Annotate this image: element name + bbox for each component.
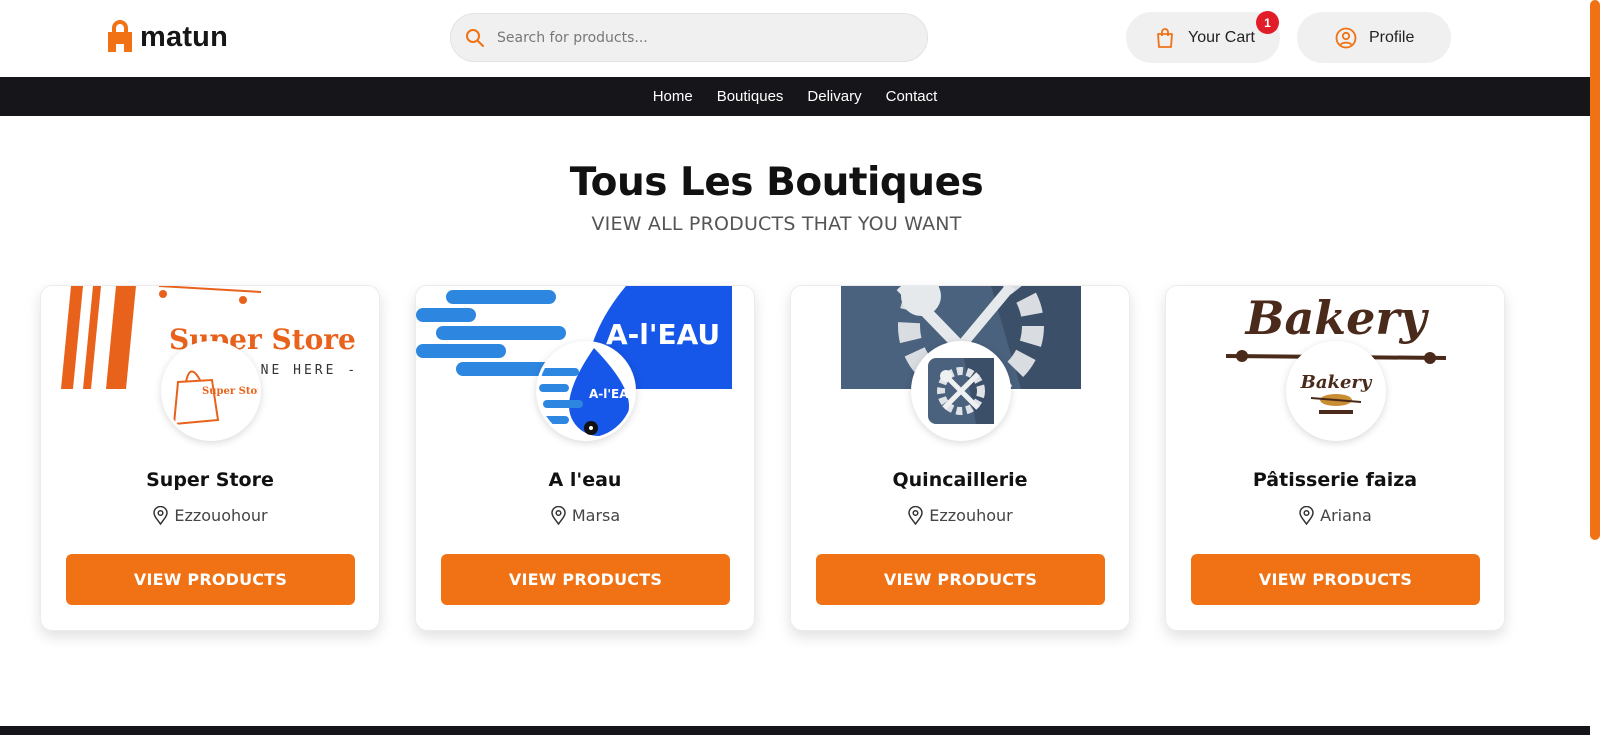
logo[interactable]: matun bbox=[106, 20, 228, 54]
view-products-button[interactable]: VIEW PRODUCTS bbox=[816, 554, 1105, 605]
location-pin-icon bbox=[551, 506, 566, 525]
avatar-brand-text: A-l'EA bbox=[589, 387, 629, 401]
store-name: Quincaillerie bbox=[892, 469, 1028, 491]
avatar-brand-text: Super Store bbox=[202, 386, 258, 397]
store-avatar: Bakery bbox=[1286, 341, 1386, 441]
store-location-text: Ariana bbox=[1320, 506, 1372, 525]
store-avatar: Super Store bbox=[161, 341, 261, 441]
banner-brand-text: A-l'EAU bbox=[606, 318, 720, 351]
view-products-button[interactable]: VIEW PRODUCTS bbox=[1191, 554, 1480, 605]
main-nav: Home Boutiques Delivary Contact bbox=[0, 77, 1590, 116]
shopping-bag-logo-icon bbox=[108, 20, 132, 52]
scrollbar-thumb[interactable] bbox=[1590, 0, 1600, 540]
store-avatar bbox=[911, 341, 1011, 441]
store-location: Ariana bbox=[1166, 506, 1504, 525]
search-icon bbox=[466, 28, 484, 47]
banner-brand-text: Bakery bbox=[1244, 291, 1430, 345]
store-card: Super Store - NE HERE - Super Store Supe… bbox=[40, 285, 380, 631]
page-title: Tous Les Boutiques bbox=[569, 160, 984, 205]
cart-count-badge: 1 bbox=[1256, 11, 1279, 34]
search-bar[interactable] bbox=[450, 13, 928, 62]
store-location-text: Ezzouohour bbox=[174, 506, 268, 525]
view-products-button[interactable]: VIEW PRODUCTS bbox=[66, 554, 355, 605]
shopping-bag-icon bbox=[1157, 27, 1173, 48]
view-products-button[interactable]: VIEW PRODUCTS bbox=[441, 554, 730, 605]
nav-item-boutiques[interactable]: Boutiques bbox=[705, 88, 796, 105]
nav-item-home[interactable]: Home bbox=[641, 88, 705, 105]
store-name: A l'eau bbox=[548, 469, 622, 491]
scrollbar-track[interactable] bbox=[1590, 0, 1600, 735]
location-pin-icon bbox=[153, 506, 169, 525]
location-pin-icon bbox=[908, 506, 924, 525]
store-name: Super Store bbox=[146, 469, 274, 491]
store-name: Pâtisserie faiza bbox=[1252, 469, 1418, 491]
store-location-text: Ezzouhour bbox=[929, 506, 1013, 525]
store-location: Ezzouhour bbox=[791, 506, 1129, 525]
page-subtitle: VIEW ALL PRODUCTS THAT YOU WANT bbox=[591, 213, 962, 235]
store-avatar: A-l'EA bbox=[536, 341, 636, 441]
store-card: A-l'EAU A-l'EA A l'eau Marsa VIEW PRODUC… bbox=[415, 285, 755, 631]
cart-label: Your Cart bbox=[1188, 28, 1255, 46]
profile-button[interactable]: Profile bbox=[1297, 12, 1451, 63]
profile-label: Profile bbox=[1369, 28, 1415, 46]
avatar-brand-text: Bakery bbox=[1300, 372, 1373, 393]
store-card: Bakery Bakery Pâtisserie faiza Ariana VI… bbox=[1165, 285, 1505, 631]
store-location: Marsa bbox=[416, 506, 754, 525]
bakery-logo-icon: Bakery bbox=[1300, 372, 1373, 414]
header: matun Your Cart 1 Profile bbox=[0, 0, 1590, 77]
a-leau-logo-icon: A-l'EA bbox=[539, 344, 633, 438]
store-card: Quincaillerie Ezzouhour VIEW PRODUCTS bbox=[790, 285, 1130, 631]
super-store-logo-icon: Super Store bbox=[172, 370, 258, 426]
user-circle-icon bbox=[1335, 27, 1357, 48]
location-pin-icon bbox=[1299, 506, 1314, 525]
footer-bar bbox=[0, 726, 1590, 735]
logo-text: matun bbox=[140, 20, 228, 53]
search-input[interactable] bbox=[497, 29, 897, 46]
store-location: Ezzouohour bbox=[41, 506, 379, 525]
nav-item-contact[interactable]: Contact bbox=[874, 88, 950, 105]
tools-gear-icon bbox=[928, 358, 994, 424]
nav-item-delivery[interactable]: Delivary bbox=[795, 88, 873, 105]
store-location-text: Marsa bbox=[571, 506, 621, 525]
